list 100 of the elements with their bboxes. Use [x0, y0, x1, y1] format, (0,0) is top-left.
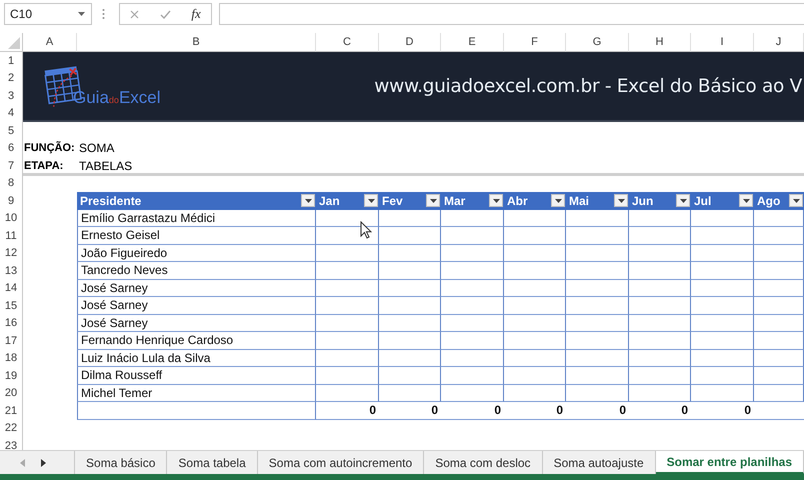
table-cell: Ernesto Geisel	[77, 227, 316, 244]
table-cell	[691, 297, 754, 314]
table-header-cell: Mar	[441, 192, 504, 210]
name-box[interactable]: C10	[4, 3, 92, 25]
table-cell	[754, 244, 804, 262]
table-cell	[691, 244, 754, 262]
table-cell: Dilma Rousseff	[77, 367, 316, 384]
table-cell	[379, 350, 441, 367]
table-cell	[566, 350, 629, 367]
filter-icon[interactable]	[551, 194, 565, 208]
row-header[interactable]: 22	[0, 420, 23, 437]
table-cell: Emílio Garrastazu Médici	[77, 210, 316, 227]
dropdown-icon[interactable]	[78, 12, 85, 16]
table-cell	[379, 332, 441, 350]
row-header[interactable]: 18	[0, 350, 23, 367]
formula-input[interactable]	[219, 3, 804, 25]
info-value: SOMA	[78, 140, 116, 157]
filter-icon[interactable]	[364, 194, 378, 208]
filter-icon[interactable]	[426, 194, 440, 208]
table-cell	[691, 384, 754, 402]
sheet-tab[interactable]: Somar entre planilhas	[656, 451, 804, 474]
total-cell: 0	[441, 402, 504, 420]
table-cell: José Sarney	[77, 314, 316, 332]
row-header[interactable]: 9	[0, 192, 23, 210]
table-cell	[379, 244, 441, 262]
row-header[interactable]: 12	[0, 244, 23, 262]
filter-icon[interactable]	[739, 194, 753, 208]
total-cell: 0	[379, 402, 441, 420]
scroll-right-icon[interactable]	[41, 458, 46, 466]
check-icon[interactable]	[160, 10, 171, 18]
filter-icon[interactable]	[489, 194, 503, 208]
table-cell	[316, 244, 379, 262]
table-cell	[504, 314, 566, 332]
table-header-cell: Presidente	[77, 192, 316, 210]
table-cell	[504, 244, 566, 262]
table-cell	[754, 297, 804, 314]
banner-title: www.guiadoexcel.com.br - Excel do Básico ao V	[374, 76, 802, 96]
table-cell	[566, 314, 629, 332]
total-cell: 0	[691, 402, 754, 420]
table-cell	[379, 262, 441, 280]
row-header[interactable]: 13	[0, 262, 23, 280]
total-cell: 0	[316, 402, 379, 420]
table-cell	[629, 350, 691, 367]
table-cell	[629, 227, 691, 244]
row-header[interactable]: 10	[0, 210, 23, 227]
row-header[interactable]: 20	[0, 384, 23, 402]
table-cell	[691, 262, 754, 280]
table-cell	[566, 262, 629, 280]
row-header[interactable]: 19	[0, 367, 23, 384]
row-header[interactable]: 16	[0, 314, 23, 332]
table-cell	[441, 314, 504, 332]
table-cell	[629, 280, 691, 297]
table-cell	[629, 314, 691, 332]
table-cell	[441, 244, 504, 262]
table-cell	[691, 210, 754, 227]
insert-function-button[interactable]: fx	[191, 6, 201, 22]
table-cell	[379, 367, 441, 384]
filter-icon[interactable]	[789, 194, 803, 208]
table-cell	[691, 367, 754, 384]
table-cell	[754, 367, 804, 384]
table-cell	[566, 280, 629, 297]
row-header[interactable]: 5	[0, 122, 23, 140]
row-header[interactable]: 7	[0, 157, 23, 174]
filter-icon[interactable]	[614, 194, 628, 208]
table-cell	[504, 227, 566, 244]
table-cell	[691, 350, 754, 367]
table-cell	[566, 210, 629, 227]
table-cell	[754, 332, 804, 350]
table-cell	[504, 262, 566, 280]
table-cell	[629, 297, 691, 314]
table-cell	[441, 384, 504, 402]
total-cell: 0	[566, 402, 629, 420]
row-header[interactable]: 17	[0, 332, 23, 350]
table-cell	[379, 384, 441, 402]
row-header[interactable]: 8	[0, 174, 23, 192]
table-cell: José Sarney	[77, 297, 316, 314]
row-header[interactable]: 15	[0, 297, 23, 314]
total-cell: 0	[629, 402, 691, 420]
filter-icon[interactable]	[301, 194, 315, 208]
total-cell: 0	[504, 402, 566, 420]
table-cell: Luiz Inácio Lula da Silva	[77, 350, 316, 367]
info-label: FUNÇÃO:	[23, 140, 76, 156]
table-cell	[441, 210, 504, 227]
table-cell	[566, 384, 629, 402]
row-header[interactable]: 11	[0, 227, 23, 244]
table-header-cell: Jul	[691, 192, 754, 210]
table-cell	[754, 384, 804, 402]
table-cell	[441, 297, 504, 314]
table-cell	[441, 367, 504, 384]
table-cell: Fernando Henrique Cardoso	[77, 332, 316, 350]
table-cell	[504, 350, 566, 367]
table-cell	[754, 262, 804, 280]
filter-icon[interactable]	[676, 194, 690, 208]
table-cell	[316, 350, 379, 367]
row-header[interactable]: 21	[0, 402, 23, 420]
table-cell	[504, 297, 566, 314]
row-header[interactable]: 14	[0, 280, 23, 297]
table-cell	[504, 280, 566, 297]
row-header[interactable]: 6	[0, 140, 23, 157]
table-cell	[566, 367, 629, 384]
